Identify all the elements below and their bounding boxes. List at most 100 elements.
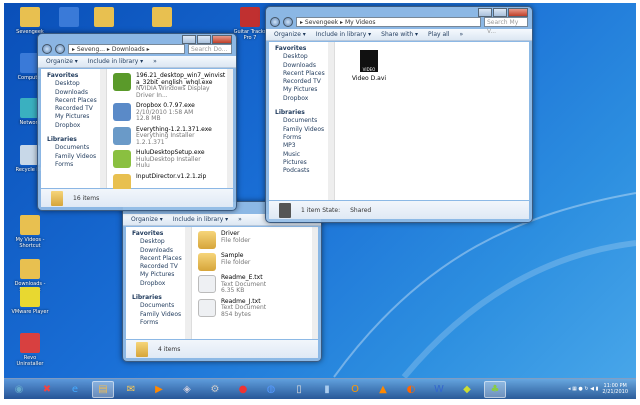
taskbar-chrome-icon[interactable]: ●: [232, 381, 254, 398]
nav-item[interactable]: My Pictures: [275, 86, 334, 94]
taskbar-app-blue-icon[interactable]: ◍: [260, 381, 282, 398]
toolbar-button[interactable]: Include in library ▾: [173, 216, 228, 223]
nav-item[interactable]: Documents: [47, 144, 106, 152]
taskbar-virtualbox-icon[interactable]: ◈: [176, 381, 198, 398]
desktop-icon[interactable]: VMware Player: [10, 287, 50, 315]
nav-item[interactable]: Documents: [132, 302, 191, 310]
taskbar-vlc-icon[interactable]: ▲: [372, 381, 394, 398]
navigation-pane[interactable]: Favorites Desktop Downloads Recent Places Re…: [269, 42, 335, 200]
libraries-header[interactable]: Libraries: [47, 136, 106, 144]
nav-item[interactable]: Family Videos: [47, 153, 106, 161]
nav-item[interactable]: Podcasts: [275, 167, 334, 175]
nav-item[interactable]: Downloads: [47, 89, 106, 97]
address-bar[interactable]: ▸ Seveng... ▸ Downloads ▸: [68, 43, 185, 54]
toolbar-button[interactable]: Organize ▾: [131, 216, 163, 223]
nav-item[interactable]: Music: [275, 151, 334, 159]
libraries-header[interactable]: Libraries: [275, 109, 334, 117]
toolbar-button[interactable]: Organize ▾: [46, 58, 78, 65]
file-item[interactable]: HuluDesktopSetup.exe HuluDesktop Installe…: [113, 149, 227, 170]
taskbar-settings-icon[interactable]: ⚙: [204, 381, 226, 398]
toolbar-button[interactable]: Share with ▾: [381, 31, 418, 38]
toolbar-button[interactable]: »: [153, 58, 157, 65]
nav-item[interactable]: Recent Places: [132, 255, 191, 263]
taskbar-explorer-icon[interactable]: ▤: [92, 380, 114, 398]
nav-item[interactable]: Downloads: [275, 62, 334, 70]
file-item[interactable]: VIDEO Video D.avi: [349, 50, 389, 82]
nav-item[interactable]: My Pictures: [47, 113, 106, 121]
nav-item[interactable]: Family Videos: [132, 311, 191, 319]
file-item[interactable]: 196.21_desktop_win7_winvista_32bit_engli…: [113, 72, 227, 99]
file-list[interactable]: 196.21_desktop_win7_winvista_32bit_engli…: [107, 69, 233, 192]
search-box[interactable]: Search Do...: [188, 43, 232, 54]
nav-item[interactable]: Desktop: [47, 80, 106, 88]
toolbar-button[interactable]: Include in library ▾: [88, 58, 143, 65]
toolbar-button[interactable]: »: [459, 31, 463, 38]
taskbar-mail-icon[interactable]: ✉: [120, 381, 142, 398]
nav-item[interactable]: Recorded TV: [47, 105, 106, 113]
nav-item[interactable]: Forms: [47, 161, 106, 169]
forward-button[interactable]: [55, 43, 65, 54]
explorer-window-folder[interactable]: Organize ▾ Include in library ▾ » Favorite…: [122, 201, 322, 362]
taskbar-app-green-icon[interactable]: ◆: [456, 381, 478, 398]
nav-item[interactable]: Forms: [132, 319, 191, 327]
file-item[interactable]: Readme_J.txt Text Document 854 bytes: [198, 298, 312, 319]
desktop-icon[interactable]: Revo Uninstaller: [10, 333, 50, 367]
nav-item[interactable]: Pictures: [275, 159, 334, 167]
nav-item[interactable]: Documents: [275, 117, 334, 125]
file-item[interactable]: Everything-1.2.1.371.exe Everything Insta…: [113, 126, 227, 147]
file-item[interactable]: Driver File folder: [198, 230, 312, 249]
toolbar-button[interactable]: Organize ▾: [274, 31, 306, 38]
file-list[interactable]: VIDEO Video D.avi: [335, 42, 529, 200]
nav-item[interactable]: Desktop: [275, 53, 334, 61]
address-bar[interactable]: ▸ Sevengeek ▸ My Videos: [296, 16, 481, 27]
taskbar-ie-icon[interactable]: e: [64, 381, 86, 398]
taskbar-word-icon[interactable]: W: [428, 381, 450, 398]
desktop-icon[interactable]: Sevengeek: [10, 7, 50, 35]
libraries-header[interactable]: Libraries: [132, 294, 191, 302]
taskbar-firefox-icon[interactable]: ◐: [400, 381, 422, 398]
search-box[interactable]: Search My V...: [484, 16, 528, 35]
nav-item[interactable]: Downloads: [132, 247, 191, 255]
favorites-header[interactable]: Favorites: [132, 230, 191, 238]
file-item[interactable]: Readme_E.txt Text Document 6.35 KB: [198, 274, 312, 295]
explorer-window-my-videos[interactable]: ▸ Sevengeek ▸ My Videos Search My V... O…: [265, 6, 533, 223]
taskbar-notes-icon[interactable]: ▮: [316, 381, 338, 398]
nav-item[interactable]: MP3: [275, 142, 334, 150]
nav-item[interactable]: Desktop: [132, 238, 191, 246]
forward-button[interactable]: [283, 16, 293, 27]
nav-item[interactable]: Dropbox: [132, 280, 191, 288]
nav-item[interactable]: Recorded TV: [132, 263, 191, 271]
favorites-header[interactable]: Favorites: [47, 72, 106, 80]
nav-item[interactable]: Forms: [275, 134, 334, 142]
toolbar-button[interactable]: Include in library ▾: [316, 31, 371, 38]
nav-item[interactable]: Dropbox: [47, 122, 106, 130]
favorites-header[interactable]: Favorites: [275, 45, 334, 53]
back-button[interactable]: [42, 43, 52, 54]
toolbar-button[interactable]: Play all: [428, 31, 449, 38]
nav-item[interactable]: Recent Places: [275, 70, 334, 78]
nav-item[interactable]: Recent Places: [47, 97, 106, 105]
nav-item[interactable]: Recorded TV: [275, 78, 334, 86]
desktop-icon[interactable]: [84, 7, 124, 29]
file-item[interactable]: Sample File folder: [198, 252, 312, 271]
scrollbar[interactable]: [312, 227, 318, 339]
tray-icons[interactable]: ◂ ▦ ● ↻ ◀ ▮: [568, 386, 598, 392]
desktop-icon[interactable]: [49, 7, 89, 29]
clock[interactable]: 11:00 PM 2/21/2010: [602, 383, 628, 395]
taskbar-start-icon[interactable]: ◉: [8, 381, 30, 398]
scrollbar[interactable]: [328, 42, 334, 200]
nav-item[interactable]: Dropbox: [275, 95, 334, 103]
desktop-icon[interactable]: My Videos - Shortcut: [10, 215, 50, 249]
taskbar-doc-icon[interactable]: ▯: [288, 381, 310, 398]
taskbar-outlook-icon[interactable]: O: [344, 381, 366, 398]
back-button[interactable]: [270, 16, 280, 27]
scrollbar[interactable]: [227, 69, 233, 188]
explorer-window-downloads[interactable]: ▸ Seveng... ▸ Downloads ▸ Search Do... O…: [37, 33, 237, 211]
navigation-pane[interactable]: Favorites Desktop Downloads Recent Places Re…: [126, 227, 192, 339]
scrollbar[interactable]: [100, 69, 106, 188]
taskbar-app-active-icon[interactable]: ♣: [484, 380, 506, 398]
nav-item[interactable]: My Pictures: [132, 271, 191, 279]
navigation-pane[interactable]: Favorites Desktop Downloads Recent Places Re…: [41, 69, 107, 188]
scrollbar[interactable]: [185, 227, 191, 339]
file-item[interactable]: Dropbox 0.7.97.exe 2/10/2010 1:58 AM 12.8 …: [113, 102, 227, 123]
